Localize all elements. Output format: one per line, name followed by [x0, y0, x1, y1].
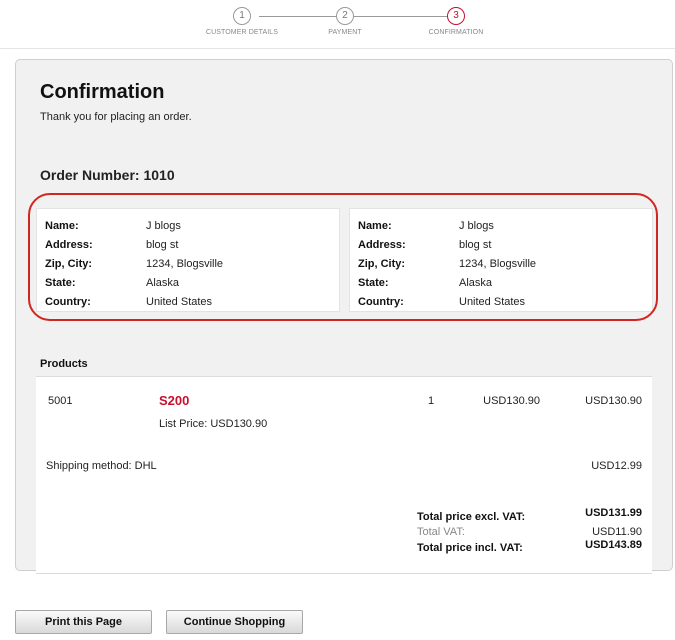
address-value: 1234, Blogsville: [459, 258, 537, 270]
shipping-address: Name: J blogs Address: blog st Zip, City…: [349, 208, 653, 312]
page-title: Confirmation: [40, 81, 165, 103]
products-heading: Products: [40, 358, 88, 370]
total-excl-vat-label: Total price excl. VAT:: [417, 511, 526, 523]
step-payment: 2 PAYMENT: [285, 7, 405, 36]
address-value: United States: [459, 296, 526, 308]
product-unit-price: USD130.90: [483, 395, 540, 407]
product-total: USD130.90: [585, 395, 642, 407]
total-incl-vat-label: Total price incl. VAT:: [417, 542, 523, 554]
total-incl-vat-value: USD143.89: [585, 539, 642, 551]
step-number: 3: [447, 7, 465, 25]
address-value: Alaska: [459, 277, 493, 289]
address-label: Address:: [45, 239, 93, 251]
thank-you-message: Thank you for placing an order.: [40, 111, 192, 123]
step-number: 2: [336, 7, 354, 25]
product-name: S200: [159, 393, 190, 408]
address-label: State:: [45, 277, 76, 289]
address-label: Country:: [358, 296, 404, 308]
print-page-button[interactable]: Print this Page: [15, 610, 152, 634]
address-value: 1234, Blogsville: [146, 258, 224, 270]
address-label: Zip, City:: [45, 258, 93, 270]
step-label: PAYMENT: [328, 29, 362, 36]
address-value: United States: [146, 296, 213, 308]
step-label: CONFIRMATION: [428, 29, 484, 36]
shipping-price: USD12.99: [591, 460, 642, 472]
address-label: Country:: [45, 296, 91, 308]
step-confirmation: 3 CONFIRMATION: [396, 7, 516, 36]
address-label: Zip, City:: [358, 258, 406, 270]
checkout-steps: 1 CUSTOMER DETAILS 2 PAYMENT 3 CONFIRMAT…: [0, 0, 675, 49]
address-label: Name:: [358, 220, 392, 232]
address-label: State:: [358, 277, 389, 289]
continue-shopping-button[interactable]: Continue Shopping: [166, 610, 303, 634]
products-table: 5001 S200 List Price: USD130.90 1 USD130…: [36, 376, 652, 574]
total-excl-vat-value: USD131.99: [585, 507, 642, 519]
step-customer-details: 1 CUSTOMER DETAILS: [182, 7, 302, 36]
address-value: blog st: [146, 239, 179, 251]
product-list-price: List Price: USD130.90: [159, 418, 268, 430]
shipping-method: Shipping method: DHL: [46, 460, 157, 472]
address-value: Alaska: [146, 277, 180, 289]
step-number: 1: [233, 7, 251, 25]
address-value: J blogs: [146, 220, 181, 232]
product-sku: 5001: [48, 395, 73, 407]
total-vat-label: Total VAT:: [417, 526, 465, 538]
order-number: Order Number: 1010: [40, 167, 175, 183]
address-label: Address:: [358, 239, 406, 251]
total-vat-value: USD11.90: [592, 526, 642, 538]
product-quantity: 1: [428, 395, 435, 407]
address-label: Name:: [45, 220, 79, 232]
address-value: blog st: [459, 239, 492, 251]
address-value: J blogs: [459, 220, 494, 232]
step-label: CUSTOMER DETAILS: [205, 29, 279, 36]
confirmation-panel: Confirmation Thank you for placing an or…: [15, 59, 673, 574]
billing-address: Name: J blogs Address: blog st Zip, City…: [36, 208, 340, 312]
